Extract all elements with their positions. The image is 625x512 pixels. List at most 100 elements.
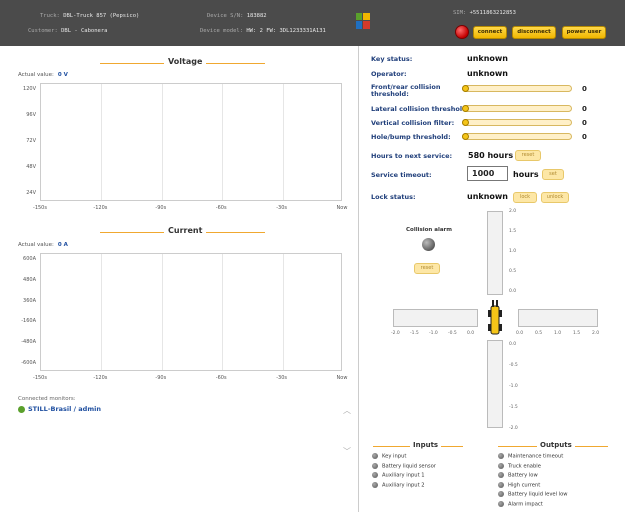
power-user-button[interactable]: power user: [562, 26, 606, 39]
vertical-slider[interactable]: [462, 119, 572, 126]
x-tick-label: -60s: [215, 205, 227, 211]
inputs-item-label: Key input: [382, 453, 407, 460]
vertical-label: Vertical collision filter:: [371, 119, 455, 127]
x-tick-label: Now: [336, 375, 348, 381]
grid-line: [101, 84, 103, 200]
serial-value: 183882: [246, 13, 267, 19]
app-logo-icon: [356, 13, 370, 29]
forklift-icon: [488, 300, 502, 335]
current-chart: [40, 253, 342, 371]
grid-line: [161, 254, 163, 370]
grid-line: [282, 84, 284, 200]
y-tick-label: 72V: [26, 138, 36, 144]
indicator-lamp-icon: [498, 491, 504, 497]
collision-reset-button[interactable]: reset: [414, 263, 440, 274]
slider-knob[interactable]: [462, 105, 469, 112]
y-tick-label: -480A: [21, 339, 36, 346]
gauge-tick-label: -1.5: [410, 331, 419, 336]
lock-button[interactable]: lock: [513, 192, 537, 203]
vertical-axis-down-bar: [487, 340, 503, 428]
slider-knob[interactable]: [462, 133, 469, 140]
inputs-title: Inputs: [410, 441, 442, 449]
outputs-item-label: Maintenance timeout: [508, 453, 564, 460]
front-rear-value: 0: [582, 85, 587, 93]
indicator-lamp-icon: [372, 481, 378, 488]
voltage-actual-value: 0 V: [57, 72, 68, 78]
y-tick-label: 600A: [23, 256, 36, 262]
inputs-item-label: Battery liquid sensor: [382, 463, 436, 469]
indicator-lamp-icon: [498, 481, 504, 488]
set-timeout-button[interactable]: set: [542, 169, 564, 180]
gauge-tick-label: 0.0: [509, 342, 517, 347]
hole-slider[interactable]: [462, 133, 572, 140]
customer-value: DBL - Cabonera: [61, 28, 108, 34]
inputs-item: Key input: [372, 453, 406, 460]
outputs-item: Maintenance timeout: [498, 453, 563, 460]
slider-knob[interactable]: [462, 85, 469, 92]
inputs-item-label: Auxiliary input 1: [382, 472, 425, 479]
gauge-tick-label: 1.0: [509, 249, 517, 254]
indicator-lamp-icon: [498, 462, 504, 469]
gauge-tick-label: 1.5: [573, 331, 581, 336]
connection-status-icon: [455, 25, 469, 39]
connect-button[interactable]: connect: [473, 26, 507, 39]
lateral-slider[interactable]: [462, 105, 572, 112]
gauge-tick-label: -1.5: [509, 405, 518, 410]
y-tick-label: 48V: [26, 164, 36, 170]
customer-info: Customer: DBL - Cabonera: [28, 28, 107, 34]
gauge-tick-label: 0.5: [509, 269, 517, 274]
gauge-tick-label: 1.5: [509, 229, 517, 234]
voltage-actual-label: Actual value:: [18, 72, 54, 78]
reset-hours-button[interactable]: reset: [515, 150, 541, 161]
indicator-lamp-icon: [372, 453, 378, 459]
scroll-down-icon[interactable]: ﹀: [343, 446, 351, 457]
monitor-item[interactable]: STILL-Brasil / admin: [18, 405, 101, 413]
indicator-lamp-icon: [498, 472, 504, 478]
scroll-up-icon[interactable]: ︿: [343, 405, 351, 416]
voltage-chart: [40, 83, 342, 201]
collision-alarm-title: Collision alarm: [406, 227, 452, 233]
gauge-tick-label: 0.0: [467, 331, 475, 336]
y-tick-label: -600A: [21, 360, 36, 366]
lock-status-label: Lock status:: [371, 193, 416, 201]
outputs-item: Alarm impact: [498, 500, 543, 507]
gauge-tick-label: -0.5: [509, 363, 518, 368]
key-status-value: unknown: [467, 54, 508, 63]
unlock-button[interactable]: unlock: [541, 192, 569, 203]
truck-info: Truck: DBL-Truck 857 (Pepsico): [40, 13, 139, 19]
x-tick-label: -90s: [155, 205, 167, 211]
serial-info: Device S/N: 183882: [207, 13, 267, 19]
x-tick-label: -150s: [33, 375, 47, 381]
grid-line: [282, 254, 284, 370]
online-status-icon: [18, 405, 25, 413]
inputs-item: Auxiliary input 1: [372, 472, 425, 479]
gauge-tick-label: 0.5: [535, 331, 543, 336]
lateral-label: Lateral collision threshold:: [371, 105, 470, 113]
indicator-lamp-icon: [498, 453, 504, 459]
gauge-tick-label: 1.0: [554, 331, 562, 336]
timeout-input[interactable]: 1000: [467, 166, 508, 181]
header-bar: Truck: DBL-Truck 857 (Pepsico) Customer:…: [0, 0, 625, 46]
x-tick-label: -90s: [155, 375, 167, 381]
hours-label: Hours to next service:: [371, 152, 453, 160]
outputs-item: High current: [498, 481, 541, 488]
vertical-axis-up-bar: [487, 211, 503, 295]
current-actual-value: 0 A: [57, 242, 68, 248]
vertical-value: 0: [582, 119, 587, 127]
y-tick-label: 480A: [23, 276, 36, 283]
model-info: Device model: HW: 2 FW: 3DL1233331A131: [200, 28, 326, 34]
inputs-item-label: Auxiliary input 2: [382, 482, 425, 488]
current-title: Current: [164, 226, 207, 235]
gauge-tick-label: 0.0: [516, 331, 524, 336]
outputs-item-label: High current: [508, 482, 541, 488]
current-actual-label: Actual value:: [18, 242, 54, 248]
horizontal-axis-left-bar: [393, 309, 478, 327]
slider-knob[interactable]: [462, 119, 469, 126]
outputs-item: Truck enable: [498, 462, 541, 469]
disconnect-button[interactable]: disconnect: [512, 26, 556, 39]
horizontal-axis-right-bar: [518, 309, 598, 327]
model-value: HW: 2 FW: 3DL1233331A131: [246, 28, 326, 34]
model-label: Device model:: [200, 28, 244, 34]
front-rear-slider[interactable]: [462, 85, 572, 92]
truck-value: DBL-Truck 857 (Pepsico): [63, 13, 140, 19]
